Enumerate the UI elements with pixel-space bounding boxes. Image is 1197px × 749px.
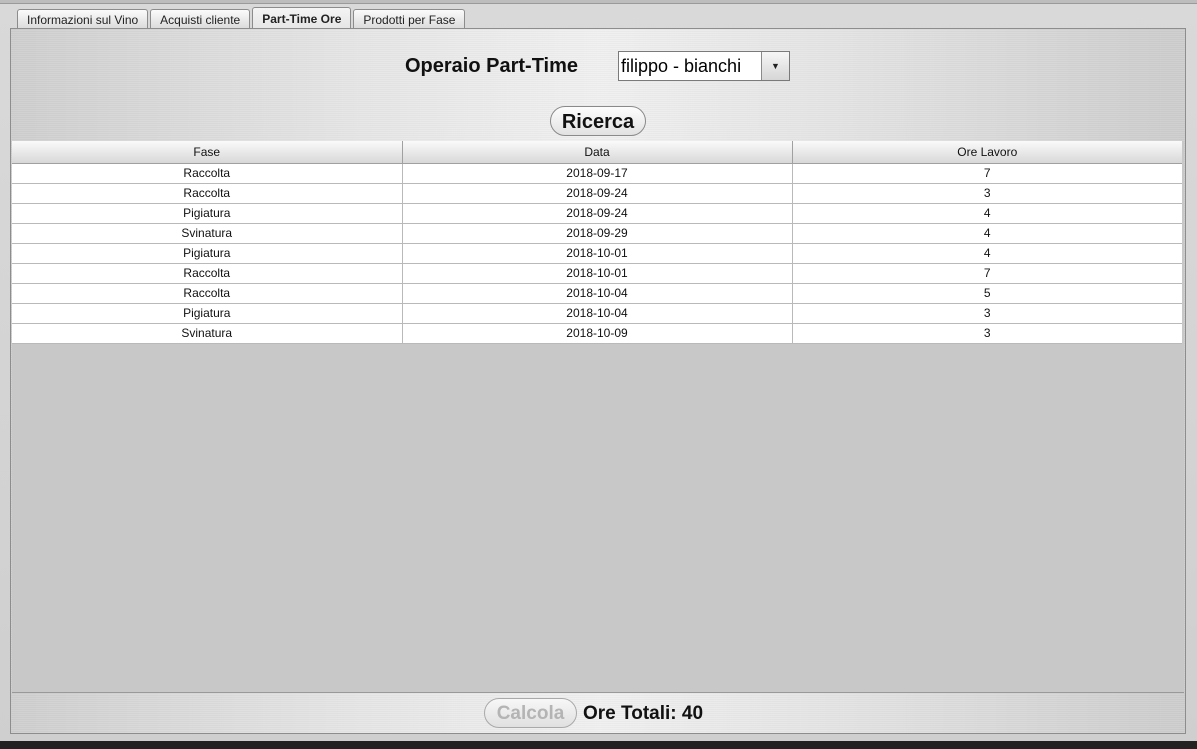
tab-part-time-ore[interactable]: Part-Time Ore bbox=[252, 7, 352, 28]
table-row[interactable]: Pigiatura 2018-09-24 4 bbox=[12, 203, 1182, 224]
cell-data: 2018-09-17 bbox=[402, 163, 793, 184]
ricerca-button[interactable]: Ricerca bbox=[550, 106, 646, 136]
cell-ore-lavoro: 3 bbox=[792, 323, 1182, 344]
operaio-select[interactable]: filippo - bianchi ▼ bbox=[618, 51, 790, 81]
part-time-ore-panel: Operaio Part-Time filippo - bianchi ▼ Ri… bbox=[10, 28, 1186, 734]
cell-data: 2018-10-01 bbox=[402, 263, 793, 284]
cell-fase: Svinatura bbox=[12, 223, 403, 244]
cell-data: 2018-09-29 bbox=[402, 223, 793, 244]
cell-data: 2018-10-04 bbox=[402, 283, 793, 304]
dropdown-arrow-button[interactable]: ▼ bbox=[761, 52, 789, 80]
cell-ore-lavoro: 3 bbox=[792, 183, 1182, 204]
table-row[interactable]: Raccolta 2018-09-17 7 bbox=[12, 163, 1182, 184]
cell-fase: Raccolta bbox=[12, 263, 403, 284]
table-row[interactable]: Raccolta 2018-10-01 7 bbox=[12, 263, 1182, 284]
cell-ore-lavoro: 5 bbox=[792, 283, 1182, 304]
ore-totali-text: Ore Totali: 40 bbox=[583, 703, 703, 725]
cell-fase: Raccolta bbox=[12, 163, 403, 184]
table-row[interactable]: Svinatura 2018-10-09 3 bbox=[12, 323, 1182, 344]
table-header-row: Fase Data Ore Lavoro bbox=[12, 141, 1182, 164]
operaio-label: Operaio Part-Time bbox=[405, 55, 579, 77]
table-row[interactable]: Pigiatura 2018-10-04 3 bbox=[12, 303, 1182, 324]
cell-fase: Raccolta bbox=[12, 183, 403, 204]
tab-bar: Informazioni sul Vino Acquisti cliente P… bbox=[17, 7, 466, 29]
cell-fase: Pigiatura bbox=[12, 203, 403, 224]
window-bottom-bar bbox=[0, 741, 1197, 749]
ore-totali-value: 40 bbox=[681, 703, 704, 724]
table-row[interactable]: Pigiatura 2018-10-01 4 bbox=[12, 243, 1182, 264]
cell-ore-lavoro: 4 bbox=[792, 203, 1182, 224]
cell-data: 2018-10-04 bbox=[402, 303, 793, 324]
cell-ore-lavoro: 4 bbox=[792, 223, 1182, 244]
ore-table: Fase Data Ore Lavoro Raccolta 2018-09-17… bbox=[12, 141, 1182, 344]
cell-fase: Pigiatura bbox=[12, 243, 403, 264]
cell-fase: Svinatura bbox=[12, 323, 403, 344]
tab-informazioni-sul-vino[interactable]: Informazioni sul Vino bbox=[17, 9, 149, 28]
calcola-button[interactable]: Calcola bbox=[484, 698, 577, 728]
table-row[interactable]: Svinatura 2018-09-29 4 bbox=[12, 223, 1182, 244]
footer-bar: Calcola Ore Totali: 40 bbox=[11, 693, 1185, 733]
column-header-data[interactable]: Data bbox=[402, 141, 793, 164]
chevron-down-icon: ▼ bbox=[771, 61, 780, 71]
tab-acquisti-cliente[interactable]: Acquisti cliente bbox=[150, 9, 251, 28]
cell-ore-lavoro: 4 bbox=[792, 243, 1182, 264]
operaio-selected-value: filippo - bianchi bbox=[621, 56, 742, 76]
cell-fase: Raccolta bbox=[12, 283, 403, 304]
cell-ore-lavoro: 7 bbox=[792, 163, 1182, 184]
ore-table-container[interactable]: Fase Data Ore Lavoro Raccolta 2018-09-17… bbox=[12, 141, 1184, 693]
table-row[interactable]: Raccolta 2018-09-24 3 bbox=[12, 183, 1182, 204]
cell-data: 2018-10-01 bbox=[402, 243, 793, 264]
cell-ore-lavoro: 7 bbox=[792, 263, 1182, 284]
ore-totali-label: Ore Totali: bbox=[583, 703, 677, 724]
cell-ore-lavoro: 3 bbox=[792, 303, 1182, 324]
cell-fase: Pigiatura bbox=[12, 303, 403, 324]
cell-data: 2018-09-24 bbox=[402, 183, 793, 204]
tab-prodotti-per-fase[interactable]: Prodotti per Fase bbox=[353, 9, 466, 28]
table-row[interactable]: Raccolta 2018-10-04 5 bbox=[12, 283, 1182, 304]
application-window: Informazioni sul Vino Acquisti cliente P… bbox=[0, 0, 1197, 749]
cell-data: 2018-10-09 bbox=[402, 323, 793, 344]
window-top-strip bbox=[0, 0, 1197, 4]
column-header-ore-lavoro[interactable]: Ore Lavoro bbox=[792, 141, 1182, 164]
column-header-fase[interactable]: Fase bbox=[12, 141, 403, 164]
cell-data: 2018-09-24 bbox=[402, 203, 793, 224]
